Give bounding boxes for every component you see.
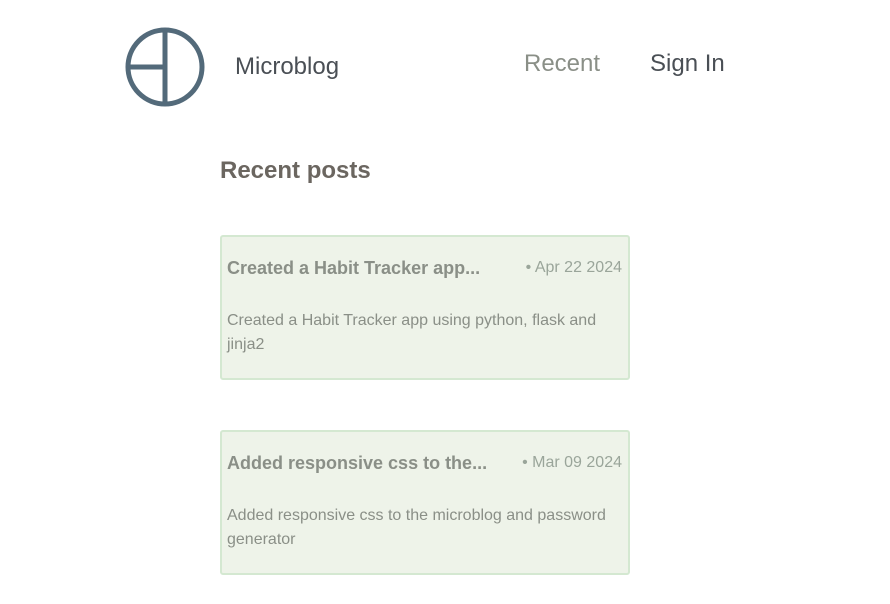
post-date: • Mar 09 2024 — [522, 454, 622, 471]
logo-icon[interactable] — [124, 26, 206, 108]
post-body: Created a Habit Tracker app using python… — [227, 312, 597, 353]
post-date: • Apr 22 2024 — [525, 259, 622, 276]
post-card[interactable]: Created a Habit Tracker app... • Apr 22 … — [220, 235, 630, 380]
nav-sign-in-link[interactable]: Sign In — [650, 49, 725, 79]
page-title: Recent posts — [220, 157, 371, 184]
post-title[interactable]: Added responsive css to the... — [227, 452, 487, 474]
post-title[interactable]: Created a Habit Tracker app... — [227, 257, 480, 279]
brand-link[interactable]: Microblog — [235, 52, 339, 82]
circle-split-logo-icon — [125, 27, 205, 107]
post-body: Added responsive css to the microblog an… — [227, 507, 606, 548]
post-list: Created a Habit Tracker app... • Apr 22 … — [220, 235, 630, 604]
nav-recent-link[interactable]: Recent — [524, 49, 600, 79]
post-card[interactable]: Added responsive css to the... • Mar 09 … — [220, 430, 630, 575]
page: Microblog Recent Sign In Recent posts Cr… — [0, 0, 890, 604]
